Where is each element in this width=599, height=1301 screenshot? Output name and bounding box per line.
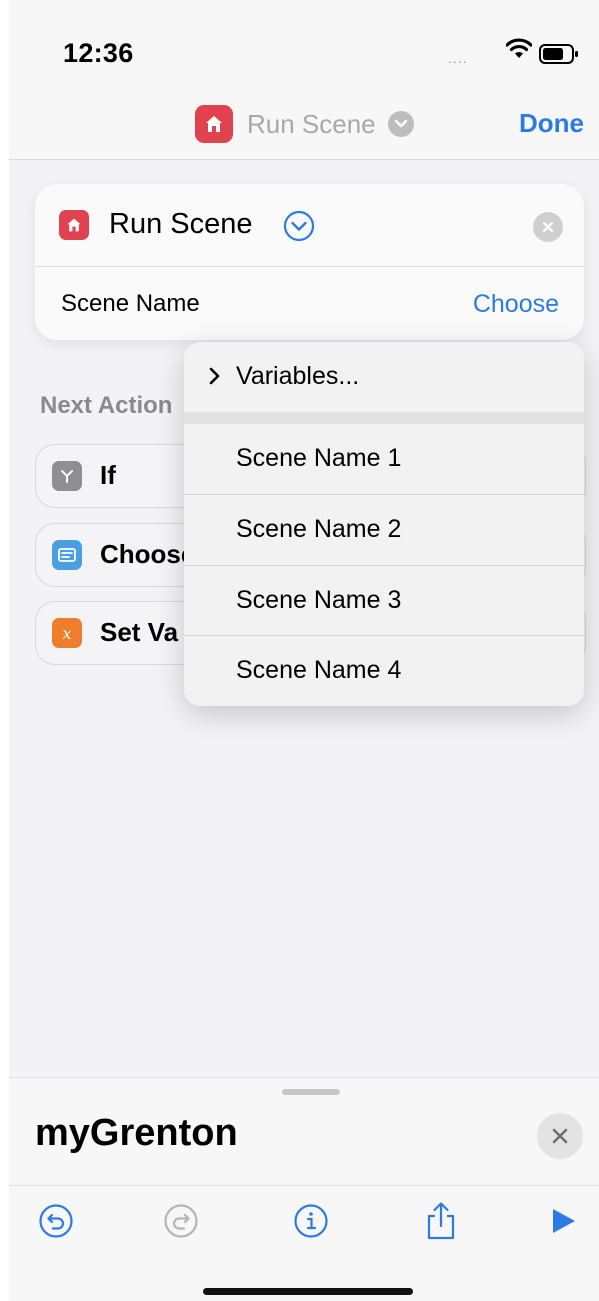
share-button[interactable]: [421, 1201, 461, 1241]
close-icon: [552, 1128, 568, 1144]
next-action-header: Next Action: [40, 392, 173, 419]
toolbar-divider: [9, 1185, 599, 1186]
home-indicator: [203, 1288, 413, 1295]
chevron-down-icon: [387, 111, 414, 137]
redo-icon: [164, 1204, 198, 1238]
menu-item-scene[interactable]: Scene Name 3: [184, 566, 584, 636]
menu-variables-label: Variables...: [236, 362, 360, 390]
home-icon: [195, 105, 233, 143]
close-sheet-button[interactable]: [537, 1113, 583, 1159]
menu-icon: [52, 540, 82, 570]
scene-name-label: Scene Name: [61, 290, 200, 317]
scene-name-menu: Variables... Scene Name 1 Scene Name 2 S…: [184, 342, 584, 706]
nav-title-label: Run Scene: [247, 108, 376, 139]
wifi-icon: [506, 38, 532, 58]
top-bar: 12:36 .... Run Scene Done: [9, 0, 599, 160]
info-button[interactable]: [291, 1201, 331, 1241]
shortcut-title[interactable]: myGrenton: [35, 1112, 238, 1155]
chevron-down-circle-icon[interactable]: [283, 210, 315, 242]
menu-item-scene[interactable]: Scene Name 4: [184, 636, 584, 706]
next-action-label: If: [100, 460, 116, 490]
bottom-sheet: myGrenton: [9, 1077, 599, 1301]
action-title: Run Scene: [109, 208, 253, 240]
menu-item-scene[interactable]: Scene Name 2: [184, 495, 584, 565]
undo-icon: [39, 1204, 73, 1238]
action-header: Run Scene: [35, 184, 584, 267]
remove-action-button[interactable]: [533, 212, 563, 242]
run-button[interactable]: [543, 1201, 583, 1241]
next-action-label: Set Va: [100, 617, 179, 647]
run-scene-action-card: Run Scene Scene Name Choose: [35, 184, 584, 340]
share-icon: [427, 1202, 455, 1240]
nav-title[interactable]: Run Scene: [195, 104, 414, 144]
screen: 12:36 .... Run Scene Done Run Scene Scen…: [9, 0, 599, 1301]
menu-item-label: Scene Name 1: [236, 444, 402, 472]
done-button[interactable]: Done: [519, 108, 584, 139]
variable-x-icon: x: [52, 618, 82, 648]
menu-item-label: Scene Name 2: [236, 515, 402, 543]
menu-section-divider: [184, 412, 584, 424]
menu-item-label: Scene Name 3: [236, 586, 402, 614]
next-action-label: Choose: [100, 539, 196, 569]
signal-dots: ....: [448, 50, 468, 66]
menu-item-scene[interactable]: Scene Name 1: [184, 424, 584, 494]
choose-scene-button[interactable]: Choose: [473, 290, 559, 319]
menu-variables[interactable]: Variables...: [184, 342, 584, 412]
info-icon: [294, 1204, 328, 1238]
home-icon: [59, 210, 89, 240]
battery-icon: [539, 44, 578, 64]
redo-button[interactable]: [161, 1201, 201, 1241]
play-icon: [553, 1209, 575, 1233]
status-time: 12:36: [63, 38, 134, 68]
undo-button[interactable]: [36, 1201, 76, 1241]
branch-icon: [52, 461, 82, 491]
menu-item-label: Scene Name 4: [236, 656, 402, 684]
sheet-grabber[interactable]: [282, 1089, 340, 1095]
close-icon: [542, 221, 554, 233]
chevron-right-icon: [209, 367, 220, 385]
